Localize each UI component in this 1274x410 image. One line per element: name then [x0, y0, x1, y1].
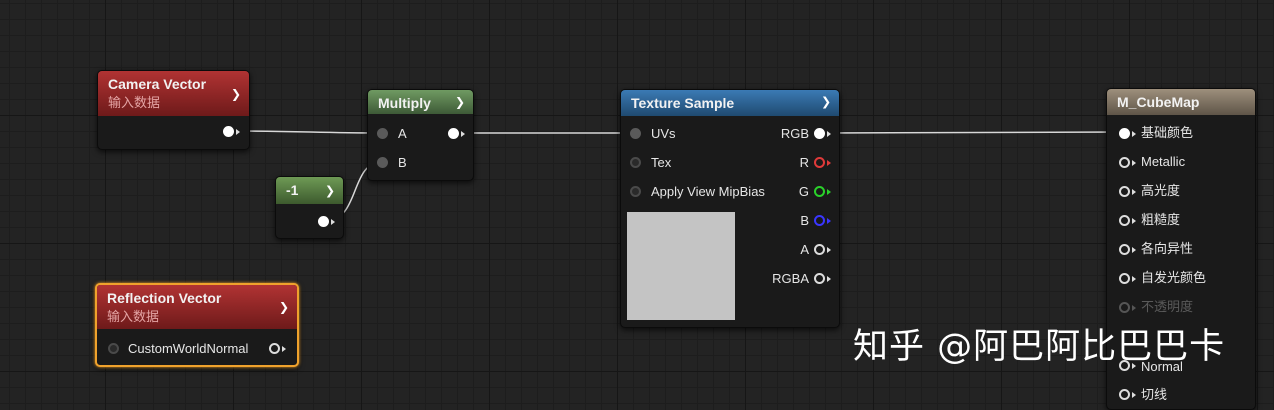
node-header[interactable]: Texture Sample ❮ [621, 90, 839, 116]
multiply-node[interactable]: Multiply ❯ A B [367, 89, 474, 181]
input-pin-anisotropy[interactable] [1119, 244, 1130, 255]
node-header[interactable]: -1 ❯ [276, 177, 343, 204]
node-header[interactable]: Camera Vector 输入数据 ❯ [98, 71, 249, 116]
pin-label: 高光度 [1141, 183, 1181, 198]
pin-arrow-icon [827, 276, 831, 282]
node-subtitle: 输入数据 [107, 309, 160, 324]
node-subtitle: 输入数据 [108, 95, 161, 110]
pin-arrow-icon [282, 346, 286, 352]
pin-arrow-icon [461, 131, 465, 137]
node-title: Texture Sample [631, 95, 735, 111]
constant-node[interactable]: -1 ❯ [275, 176, 344, 239]
node-title: Camera Vector [108, 76, 207, 92]
pin-label-g: G [798, 184, 809, 199]
pin-label-uvs: UVs [651, 126, 676, 141]
pin-label: 粗糙度 [1141, 212, 1181, 227]
node-title: Reflection Vector [107, 290, 222, 306]
pin-arrow-icon [236, 129, 240, 135]
node-title: Multiply [378, 95, 431, 111]
pin-label: 自发光颜色 [1141, 270, 1207, 285]
pin-label: 切线 [1141, 387, 1168, 402]
input-pin-apply-view-mip-bias[interactable] [630, 186, 641, 197]
input-pin-opacity[interactable] [1119, 302, 1130, 313]
pin-label-b: B [800, 213, 809, 228]
pin-label-tex: Tex [651, 155, 672, 170]
chevron-down-icon[interactable]: ❯ [231, 87, 241, 101]
pin-arrow-icon [1132, 247, 1136, 253]
texture-preview [627, 212, 735, 320]
watermark: 知乎 @阿巴阿比巴巴卡 [853, 327, 1226, 367]
node-header[interactable]: Multiply ❯ [368, 90, 473, 114]
pin-arrow-icon [827, 131, 831, 137]
pin-label-b: B [398, 155, 407, 170]
input-pin-custom-world-normal[interactable] [108, 343, 119, 354]
pin-label-a: A [398, 126, 407, 141]
input-pin-b[interactable] [377, 157, 388, 168]
output-pin[interactable] [269, 343, 280, 354]
input-pin-roughness[interactable] [1119, 215, 1130, 226]
pin-label-r: R [799, 155, 809, 170]
pin-arrow-icon [1132, 218, 1136, 224]
pin-label: 基础颜色 [1141, 125, 1194, 140]
output-pin[interactable] [318, 216, 329, 227]
pin-arrow-icon [827, 160, 831, 166]
pin-arrow-icon [1132, 131, 1136, 137]
pin-arrow-icon [1132, 305, 1136, 311]
texture-sample-node[interactable]: Texture Sample ❮ UVs Tex Apply View MipB… [620, 89, 840, 328]
chevron-up-icon[interactable]: ❮ [821, 90, 831, 117]
node-header[interactable]: M_CubeMap [1107, 89, 1255, 115]
input-pin-a[interactable] [377, 128, 388, 139]
output-pin-g[interactable] [814, 186, 825, 197]
pin-label: 各向异性 [1141, 241, 1194, 256]
pin-label-a: A [800, 242, 809, 257]
output-pin-a[interactable] [814, 244, 825, 255]
pin-label-rgba: RGBA [772, 271, 809, 286]
output-pin-rgb[interactable] [814, 128, 825, 139]
pin-label-rgb: RGB [780, 126, 809, 141]
pin-arrow-icon [1132, 392, 1136, 398]
wire-rgb-to-base-color [823, 131, 1125, 134]
chevron-down-icon[interactable]: ❯ [325, 177, 335, 204]
pin-label-custom-world-normal: CustomWorldNormal [128, 341, 249, 356]
pin-arrow-icon [1132, 160, 1136, 166]
pin-arrow-icon [827, 247, 831, 253]
output-pin[interactable] [448, 128, 459, 139]
pin-arrow-icon [331, 219, 335, 225]
input-pin-base-color[interactable] [1119, 128, 1130, 139]
pin-arrow-icon [827, 218, 831, 224]
output-pin-r[interactable] [814, 157, 825, 168]
pin-arrow-icon [827, 189, 831, 195]
pin-label-apply-view-mip-bias: Apply View MipBias [651, 184, 765, 199]
output-pin[interactable] [223, 126, 234, 137]
node-title: M_CubeMap [1117, 94, 1200, 110]
input-pin-metallic[interactable] [1119, 157, 1130, 168]
output-pin-rgba[interactable] [814, 273, 825, 284]
chevron-down-icon[interactable]: ❯ [279, 300, 289, 314]
reflection-vector-node[interactable]: Reflection Vector 输入数据 ❯ CustomWorldNorm… [95, 283, 299, 367]
pin-arrow-icon [1132, 276, 1136, 282]
input-pin-uvs[interactable] [630, 128, 641, 139]
chevron-down-icon[interactable]: ❯ [455, 90, 465, 115]
pin-label: 不透明度 [1141, 299, 1194, 314]
input-pin-emissive-color[interactable] [1119, 273, 1130, 284]
node-header[interactable]: Reflection Vector 输入数据 ❯ [97, 285, 297, 329]
output-pin-b[interactable] [814, 215, 825, 226]
pin-arrow-icon [1132, 189, 1136, 195]
pin-label: Metallic [1141, 154, 1186, 169]
input-pin-specular[interactable] [1119, 186, 1130, 197]
input-pin-tex[interactable] [630, 157, 641, 168]
camera-vector-node[interactable]: Camera Vector 输入数据 ❯ [97, 70, 250, 150]
wire-camera-to-multiply-a [234, 130, 383, 134]
